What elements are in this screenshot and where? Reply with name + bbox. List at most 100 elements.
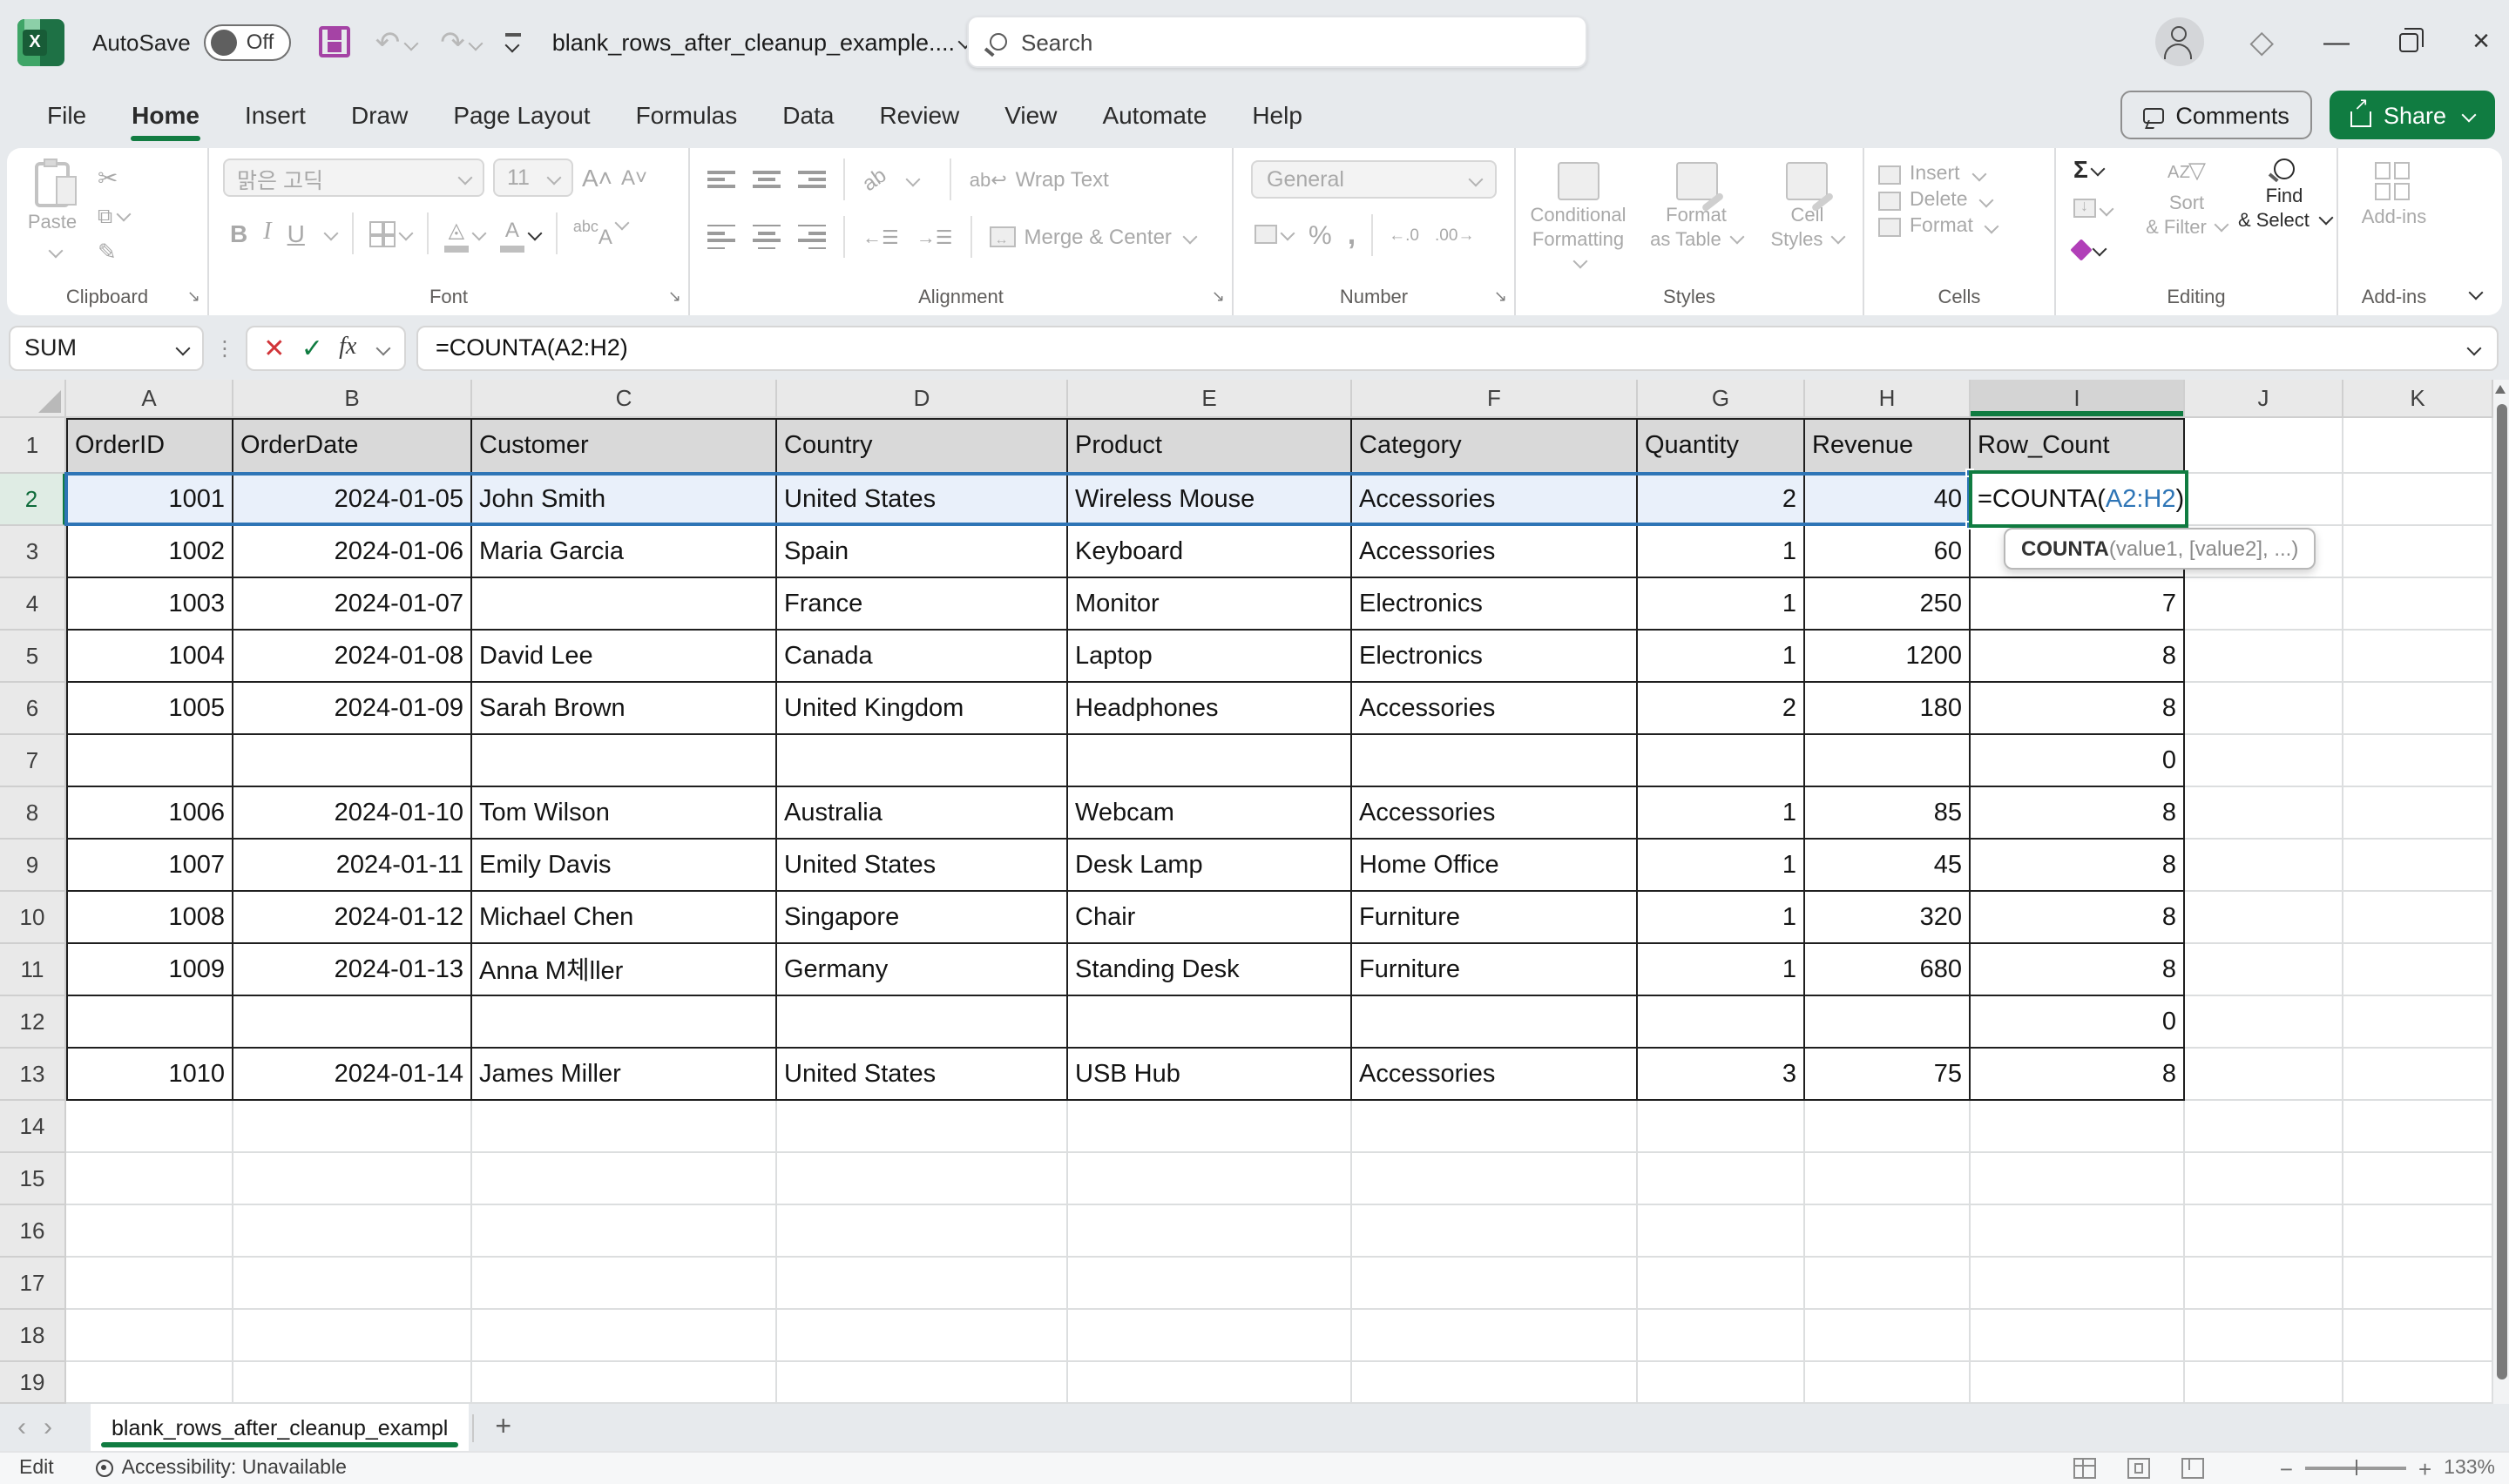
cell-I8[interactable]: 8 — [1971, 787, 2185, 840]
row-header-2[interactable]: 2 — [0, 474, 66, 526]
cell-J15[interactable] — [2185, 1153, 2343, 1205]
cell-G14[interactable] — [1638, 1101, 1805, 1153]
cell-F8[interactable]: Accessories — [1352, 787, 1638, 840]
cancel-entry-button[interactable]: ✕ — [263, 332, 285, 363]
cell-D13[interactable]: United States — [777, 1049, 1068, 1101]
cell-B9[interactable]: 2024-01-11 — [233, 840, 472, 892]
cell-J19[interactable] — [2185, 1362, 2343, 1404]
column-header-A[interactable]: A — [66, 380, 233, 418]
cell-E5[interactable]: Laptop — [1068, 631, 1352, 683]
row-header-8[interactable]: 8 — [0, 787, 66, 840]
cell-G4[interactable]: 1 — [1638, 578, 1805, 631]
decrease-decimal-icon[interactable]: .00→ — [1435, 226, 1474, 245]
decrease-font-icon[interactable]: A˅ — [621, 165, 647, 190]
cell-J11[interactable] — [2185, 944, 2343, 996]
cell-I9[interactable]: 8 — [1971, 840, 2185, 892]
cell-J12[interactable] — [2185, 996, 2343, 1049]
cell-K19[interactable] — [2343, 1362, 2493, 1404]
cell-D4[interactable]: France — [777, 578, 1068, 631]
cell-F7[interactable] — [1352, 735, 1638, 787]
column-header-J[interactable]: J — [2185, 380, 2343, 418]
row-header-19[interactable]: 19 — [0, 1362, 66, 1404]
cell-G11[interactable]: 1 — [1638, 944, 1805, 996]
column-header-K[interactable]: K — [2343, 380, 2493, 418]
column-header-I[interactable]: I — [1971, 380, 2185, 418]
cell-A19[interactable] — [66, 1362, 233, 1404]
prev-sheet-arrow[interactable]: ‹ — [17, 1413, 26, 1442]
cell-A18[interactable] — [66, 1310, 233, 1362]
cell-E14[interactable] — [1068, 1101, 1352, 1153]
cell-C19[interactable] — [472, 1362, 777, 1404]
cell-B7[interactable] — [233, 735, 472, 787]
tab-automate[interactable]: Automate — [1079, 88, 1229, 144]
cell-K12[interactable] — [2343, 996, 2493, 1049]
cell-E18[interactable] — [1068, 1310, 1352, 1362]
cell-A7[interactable] — [66, 735, 233, 787]
cell-C17[interactable] — [472, 1258, 777, 1310]
cell-I4[interactable]: 7 — [1971, 578, 2185, 631]
cell-C7[interactable] — [472, 735, 777, 787]
cell-B18[interactable] — [233, 1310, 472, 1362]
column-header-D[interactable]: D — [777, 380, 1068, 418]
cell-F13[interactable]: Accessories — [1352, 1049, 1638, 1101]
cell-I6[interactable]: 8 — [1971, 683, 2185, 735]
cell-E13[interactable]: USB Hub — [1068, 1049, 1352, 1101]
cell-K4[interactable] — [2343, 578, 2493, 631]
comma-style-icon[interactable]: , — [1348, 218, 1356, 253]
orientation-icon[interactable]: ab — [857, 163, 890, 196]
page-layout-view-button[interactable] — [2127, 1458, 2150, 1479]
cell-F15[interactable] — [1352, 1153, 1638, 1205]
cell-J4[interactable] — [2185, 578, 2343, 631]
zoom-slider[interactable] — [2305, 1467, 2406, 1470]
cell-E4[interactable]: Monitor — [1068, 578, 1352, 631]
cell-I11[interactable]: 8 — [1971, 944, 2185, 996]
cell-K11[interactable] — [2343, 944, 2493, 996]
cell-J1[interactable] — [2185, 418, 2343, 474]
cell-A3[interactable]: 1002 — [66, 526, 233, 578]
cell-G8[interactable]: 1 — [1638, 787, 1805, 840]
cell-A6[interactable]: 1005 — [66, 683, 233, 735]
italic-button[interactable]: I — [263, 219, 271, 247]
cell-I7[interactable]: 0 — [1971, 735, 2185, 787]
cell-D16[interactable] — [777, 1205, 1068, 1258]
sort-filter-button[interactable]: A Z▽ Sort& Filter — [2140, 155, 2234, 241]
align-left-icon[interactable] — [707, 224, 735, 249]
cell-E12[interactable] — [1068, 996, 1352, 1049]
cell-K15[interactable] — [2343, 1153, 2493, 1205]
cell-F6[interactable]: Accessories — [1352, 683, 1638, 735]
excel-app-icon[interactable]: X — [17, 18, 64, 65]
find-select-button[interactable]: Find& Select — [2237, 155, 2331, 234]
cell-F17[interactable] — [1352, 1258, 1638, 1310]
cell-J9[interactable] — [2185, 840, 2343, 892]
cell-D5[interactable]: Canada — [777, 631, 1068, 683]
cell-I18[interactable] — [1971, 1310, 2185, 1362]
cell-G19[interactable] — [1638, 1362, 1805, 1404]
cell-A8[interactable]: 1006 — [66, 787, 233, 840]
insert-function-button[interactable]: fx — [339, 334, 356, 361]
cell-G10[interactable]: 1 — [1638, 892, 1805, 944]
cell-I1[interactable]: Row_Count — [1971, 418, 2185, 474]
tab-help[interactable]: Help — [1229, 88, 1325, 144]
cell-H12[interactable] — [1805, 996, 1971, 1049]
tab-draw[interactable]: Draw — [328, 88, 430, 144]
accessibility-status[interactable]: Accessibility: Unavailable — [122, 1458, 347, 1479]
cell-I14[interactable] — [1971, 1101, 2185, 1153]
tab-review[interactable]: Review — [856, 88, 982, 144]
cell-B12[interactable] — [233, 996, 472, 1049]
column-header-B[interactable]: B — [233, 380, 472, 418]
new-sheet-button[interactable]: + — [495, 1412, 511, 1443]
cell-H9[interactable]: 45 — [1805, 840, 1971, 892]
cell-F14[interactable] — [1352, 1101, 1638, 1153]
cell-A13[interactable]: 1010 — [66, 1049, 233, 1101]
formula-bar-expand[interactable] — [2467, 341, 2482, 355]
row-header-10[interactable]: 10 — [0, 892, 66, 944]
cell-G1[interactable]: Quantity — [1638, 418, 1805, 474]
share-button[interactable]: Share — [2330, 91, 2495, 139]
cell-E17[interactable] — [1068, 1258, 1352, 1310]
cell-H13[interactable]: 75 — [1805, 1049, 1971, 1101]
normal-view-button[interactable] — [2073, 1458, 2096, 1479]
cell-B4[interactable]: 2024-01-07 — [233, 578, 472, 631]
search-input[interactable]: Search — [967, 16, 1587, 68]
page-break-view-button[interactable] — [2181, 1458, 2204, 1479]
cell-F9[interactable]: Home Office — [1352, 840, 1638, 892]
